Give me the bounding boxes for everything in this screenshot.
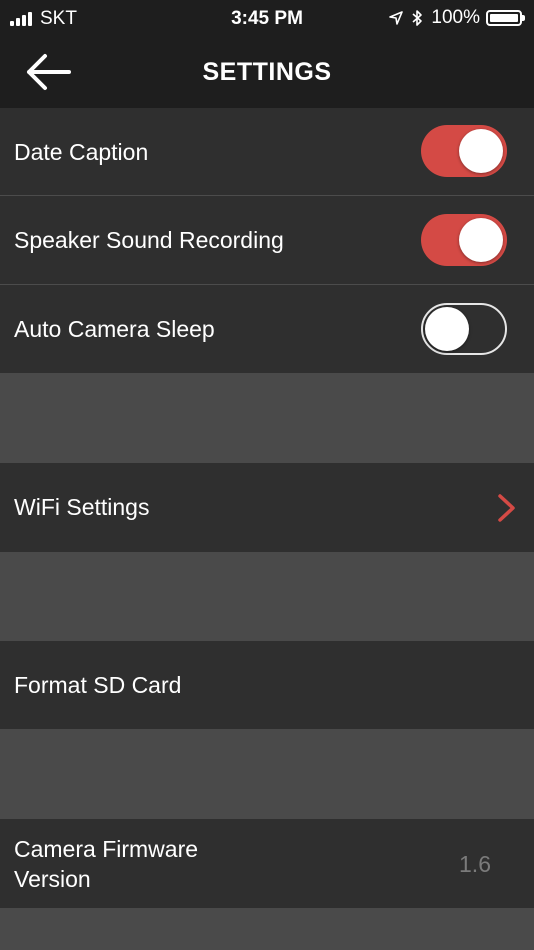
toggle-knob	[425, 307, 469, 351]
page-title: SETTINGS	[202, 58, 332, 86]
setting-row-wifi[interactable]: WiFi Settings	[0, 463, 534, 552]
date-caption-label: Date Caption	[14, 139, 149, 165]
chevron-right-icon	[498, 494, 515, 522]
setting-row-date-caption: Date Caption	[0, 108, 534, 196]
auto-sleep-toggle[interactable]	[421, 303, 507, 355]
setting-row-firmware: Camera Firmware Version 1.6	[0, 819, 534, 908]
setting-row-speaker-sound: Speaker Sound Recording	[0, 196, 534, 285]
firmware-version-value: 1.6	[459, 851, 491, 877]
bluetooth-icon	[411, 9, 423, 27]
wifi-settings-label: WiFi Settings	[14, 494, 150, 520]
speaker-sound-toggle[interactable]	[421, 214, 507, 266]
toggle-knob	[459, 218, 503, 262]
status-bar: SKT 3:45 PM 100%	[0, 0, 534, 36]
battery-percent: 100%	[431, 7, 480, 28]
toggle-knob	[459, 129, 503, 173]
battery-icon	[486, 10, 525, 26]
setting-row-format-sd[interactable]: Format SD Card	[0, 641, 534, 729]
firmware-label: Camera Firmware Version	[14, 834, 198, 894]
setting-row-auto-sleep: Auto Camera Sleep	[0, 285, 534, 373]
format-sd-label: Format SD Card	[14, 672, 182, 698]
nav-bar: SETTINGS	[0, 36, 534, 108]
date-caption-toggle[interactable]	[421, 125, 507, 177]
speaker-sound-label: Speaker Sound Recording	[14, 227, 284, 253]
auto-sleep-label: Auto Camera Sleep	[14, 316, 215, 342]
firmware-label-line1: Camera Firmware	[14, 836, 199, 862]
location-icon	[389, 11, 404, 25]
firmware-label-line2: Version	[14, 866, 91, 892]
status-right: 100%	[389, 7, 525, 29]
